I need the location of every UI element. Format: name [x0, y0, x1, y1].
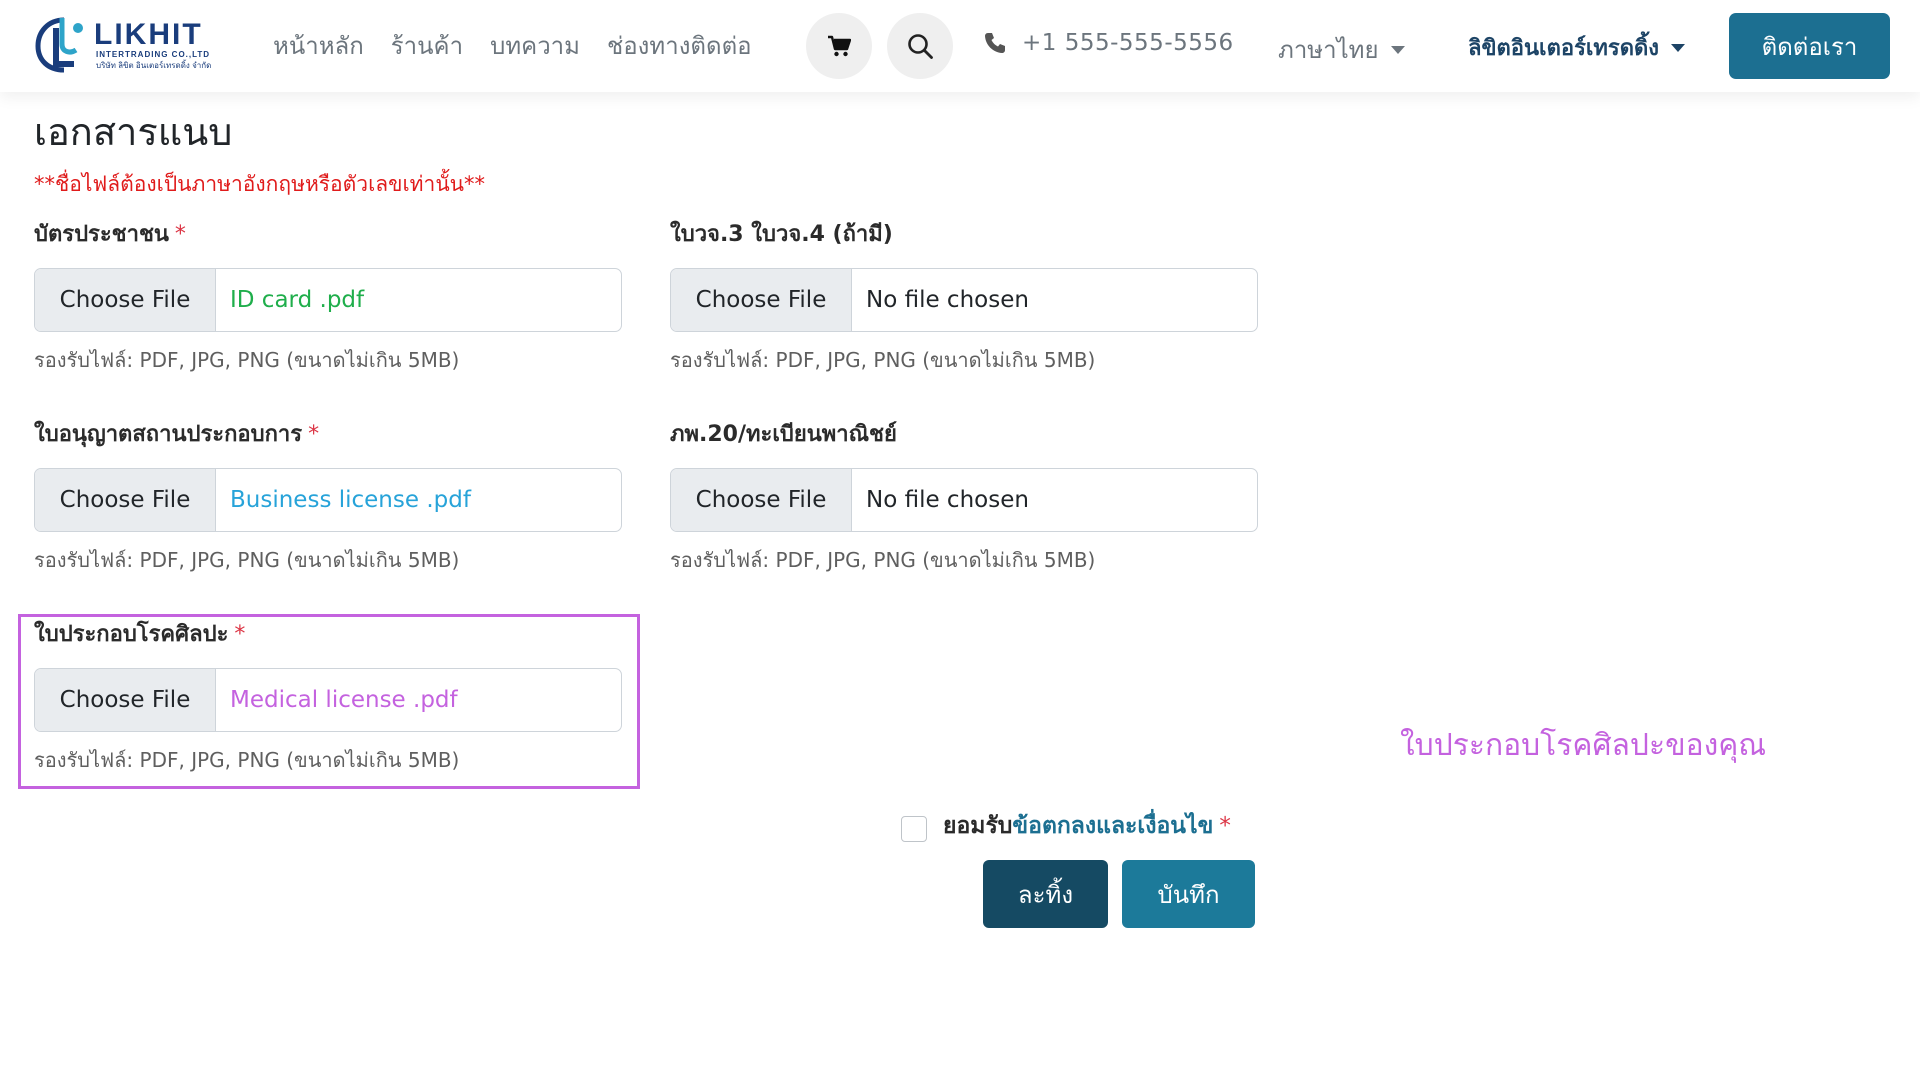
choose-file-button[interactable]: Choose File [35, 469, 216, 531]
brand-logo[interactable]: LIKHIT INTERTRADING CO.,LTD บริษัท ลิขิต… [34, 14, 220, 78]
chevron-down-icon [1390, 45, 1405, 54]
file-input[interactable]: Choose File ID card .pdf [34, 268, 622, 332]
upload-field-vj-documents: ใบวจ.3 ใบวจ.4 (ถ้ามี) Choose File No fil… [670, 220, 1258, 374]
filename-warning: **ชื่อไฟล์ต้องเป็นภาษาอังกฤษหรือตัวเลขเท… [34, 172, 486, 196]
language-dropdown[interactable]: ภาษาไทย [1278, 30, 1405, 69]
selected-file-name: Business license .pdf [230, 487, 471, 513]
field-label-text: บัตรประชาชน [34, 222, 169, 247]
chevron-down-icon [1671, 43, 1686, 52]
required-mark: * [308, 422, 320, 447]
logo-thai-name: บริษัท ลิขิต อินเตอร์เทรดดิ้ง จำกัด [96, 61, 212, 70]
terms-link[interactable]: ข้อตกลงและเงื่อนไข [1012, 813, 1213, 839]
required-mark: * [234, 622, 246, 647]
nav-link-home[interactable]: หน้าหลัก [273, 30, 364, 62]
search-icon [908, 34, 933, 59]
contact-us-button[interactable]: ติดต่อเรา [1729, 13, 1890, 79]
required-mark: * [1219, 813, 1231, 839]
cart-icon [828, 35, 851, 57]
choose-file-button[interactable]: Choose File [35, 269, 216, 331]
save-button[interactable]: บันทึก [1122, 860, 1255, 928]
terms-label: ยอมรับข้อตกลงและเงื่อนไข * [943, 808, 1231, 844]
field-label: ใบอนุญาตสถานประกอบการ * [34, 420, 622, 450]
choose-file-button[interactable]: Choose File [671, 269, 852, 331]
nav-link-contact-channels[interactable]: ช่องทางติดต่อ [607, 30, 752, 62]
file-help-text: รองรับไฟล์: PDF, JPG, PNG (ขนาดไม่เกิน 5… [670, 348, 1096, 372]
search-button[interactable] [887, 13, 953, 79]
annotation-caption: ใบประกอบโรคศิลปะของคุณ [1400, 728, 1767, 763]
nav-link-shop[interactable]: ร้านค้า [391, 30, 463, 62]
selected-file-name: ID card .pdf [230, 287, 365, 313]
choose-file-button[interactable]: Choose File [35, 669, 216, 731]
file-input[interactable]: Choose File No file chosen [670, 468, 1258, 532]
field-label: ใบประกอบโรคศิลปะ * [34, 620, 622, 650]
field-label-text: ภพ.20/ทะเบียนพาณิชย์ [670, 422, 897, 447]
upload-field-id-card: บัตรประชาชน * Choose File ID card .pdf รอ… [34, 220, 622, 374]
file-help-text: รองรับไฟล์: PDF, JPG, PNG (ขนาดไม่เกิน 5… [34, 548, 460, 572]
terms-prefix: ยอมรับ [943, 813, 1013, 839]
upload-field-business-license: ใบอนุญาตสถานประกอบการ * Choose File Busin… [34, 420, 622, 574]
file-input[interactable]: Choose File Business license .pdf [34, 468, 622, 532]
discard-button[interactable]: ละทิ้ง [983, 860, 1108, 928]
field-label-text: ใบวจ.3 ใบวจ.4 (ถ้ามี) [670, 222, 893, 247]
phone-contact[interactable]: +1 555-555-5556 [984, 30, 1234, 56]
phone-number: +1 555-555-5556 [1022, 30, 1234, 56]
field-label-text: ใบประกอบโรคศิลปะ [34, 622, 229, 647]
logo-wordmark: LIKHIT [94, 18, 203, 51]
selected-file-name: No file chosen [866, 487, 1029, 513]
selected-file-name: No file chosen [866, 287, 1029, 313]
logo-subtitle: INTERTRADING CO.,LTD [96, 50, 211, 59]
field-label-text: ใบอนุญาตสถานประกอบการ [34, 422, 303, 447]
file-help-text: รองรับไฟล์: PDF, JPG, PNG (ขนาดไม่เกิน 5… [670, 548, 1096, 572]
nav-link-articles[interactable]: บทความ [490, 30, 580, 62]
field-label: ใบวจ.3 ใบวจ.4 (ถ้ามี) [670, 220, 1258, 250]
file-help-text: รองรับไฟล์: PDF, JPG, PNG (ขนาดไม่เกิน 5… [34, 748, 460, 772]
file-help-text: รองรับไฟล์: PDF, JPG, PNG (ขนาดไม่เกิน 5… [34, 348, 460, 372]
file-input[interactable]: Choose File Medical license .pdf [34, 668, 622, 732]
main-nav: หน้าหลัก ร้านค้า บทความ ช่องทางติดต่อ [273, 30, 752, 62]
selected-file-name: Medical license .pdf [230, 687, 458, 713]
file-input[interactable]: Choose File No file chosen [670, 268, 1258, 332]
section-title: เอกสารแนบ [34, 110, 233, 154]
account-name: ลิขิตอินเตอร์เทรดดิ้ง [1468, 36, 1660, 61]
logo-mark-icon [35, 17, 83, 73]
language-label: ภาษาไทย [1278, 36, 1379, 64]
phone-icon [985, 33, 1005, 53]
navbar: LIKHIT INTERTRADING CO.,LTD บริษัท ลิขิต… [0, 0, 1920, 92]
terms-agreement: ยอมรับข้อตกลงและเงื่อนไข * [901, 808, 1231, 844]
upload-field-commercial-registration: ภพ.20/ทะเบียนพาณิชย์ Choose File No file… [670, 420, 1258, 574]
cart-button[interactable] [806, 13, 872, 79]
field-label: ภพ.20/ทะเบียนพาณิชย์ [670, 420, 1258, 450]
required-mark: * [174, 222, 186, 247]
terms-checkbox[interactable] [901, 816, 927, 842]
choose-file-button[interactable]: Choose File [671, 469, 852, 531]
upload-field-medical-license: ใบประกอบโรคศิลปะ * Choose File Medical li… [34, 620, 622, 774]
account-dropdown[interactable]: ลิขิตอินเตอร์เทรดดิ้ง [1468, 30, 1686, 65]
field-label: บัตรประชาชน * [34, 220, 622, 250]
